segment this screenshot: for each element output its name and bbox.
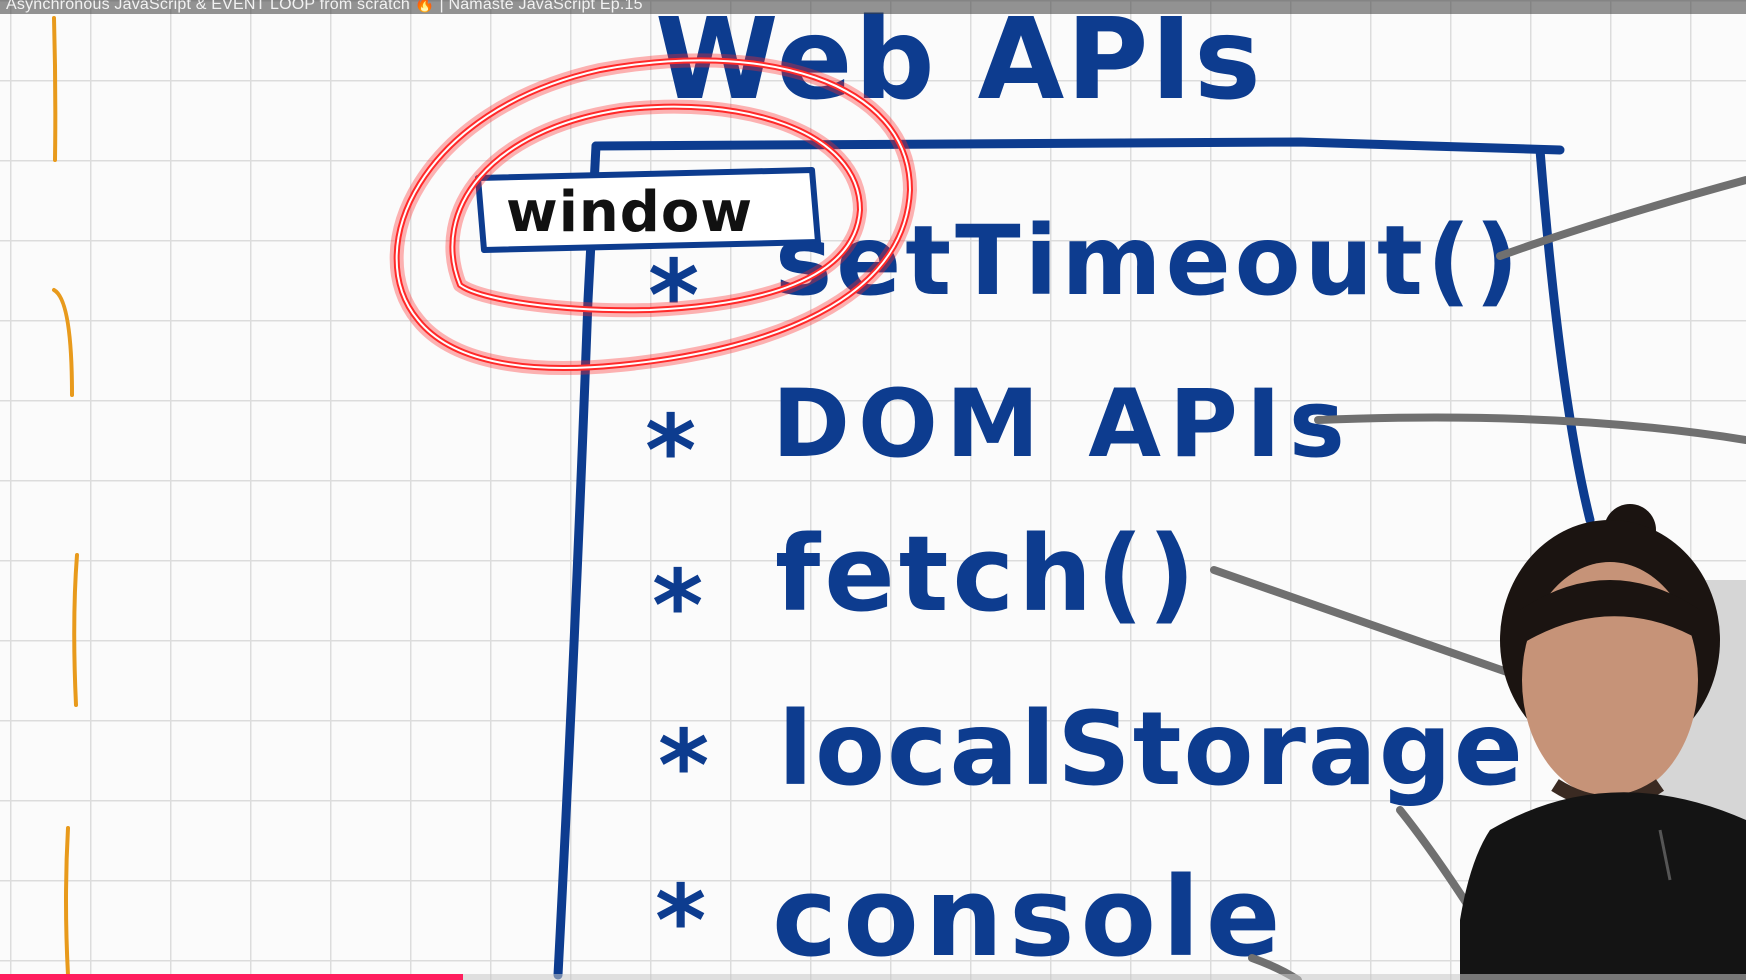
box-top-edge <box>591 137 1565 155</box>
margin-mark <box>52 16 58 162</box>
list-item-bullet: * <box>655 865 706 979</box>
video-progress-bar[interactable] <box>0 974 1746 980</box>
margin-mark <box>64 826 70 977</box>
list-item-localstorage: localStorage <box>778 690 1525 809</box>
video-title: Asynchronous JavaScript & EVENT LOOP fro… <box>6 0 643 13</box>
connector-line <box>1314 413 1746 444</box>
presenter-webcam <box>1460 504 1746 980</box>
video-progress-fill <box>0 974 463 980</box>
margin-marks <box>52 16 79 977</box>
margin-mark <box>52 288 74 397</box>
window-label: window <box>506 180 753 245</box>
box-right-edge <box>1535 145 1595 525</box>
list-item-console: console <box>772 853 1286 980</box>
video-title-bar: Asynchronous JavaScript & EVENT LOOP fro… <box>0 0 1746 14</box>
margin-mark <box>72 553 79 707</box>
list-item-dom-apis: DOM APIs <box>772 370 1353 479</box>
window-label-box: window <box>475 167 821 253</box>
list-item-bullet: * <box>658 710 709 824</box>
box-left-edge <box>553 141 601 980</box>
list-item-bullet: * <box>645 395 696 509</box>
list-item-bullet: * <box>652 550 703 664</box>
list-item-bullet: * <box>648 240 699 354</box>
connector-line <box>1496 176 1746 260</box>
video-frame[interactable]: Web APIs window * setTimeout() * DOM API… <box>0 0 1746 980</box>
api-list: * setTimeout() * DOM APIs * fetch() * lo… <box>645 205 1525 980</box>
list-item-fetch: fetch() <box>775 513 1199 635</box>
